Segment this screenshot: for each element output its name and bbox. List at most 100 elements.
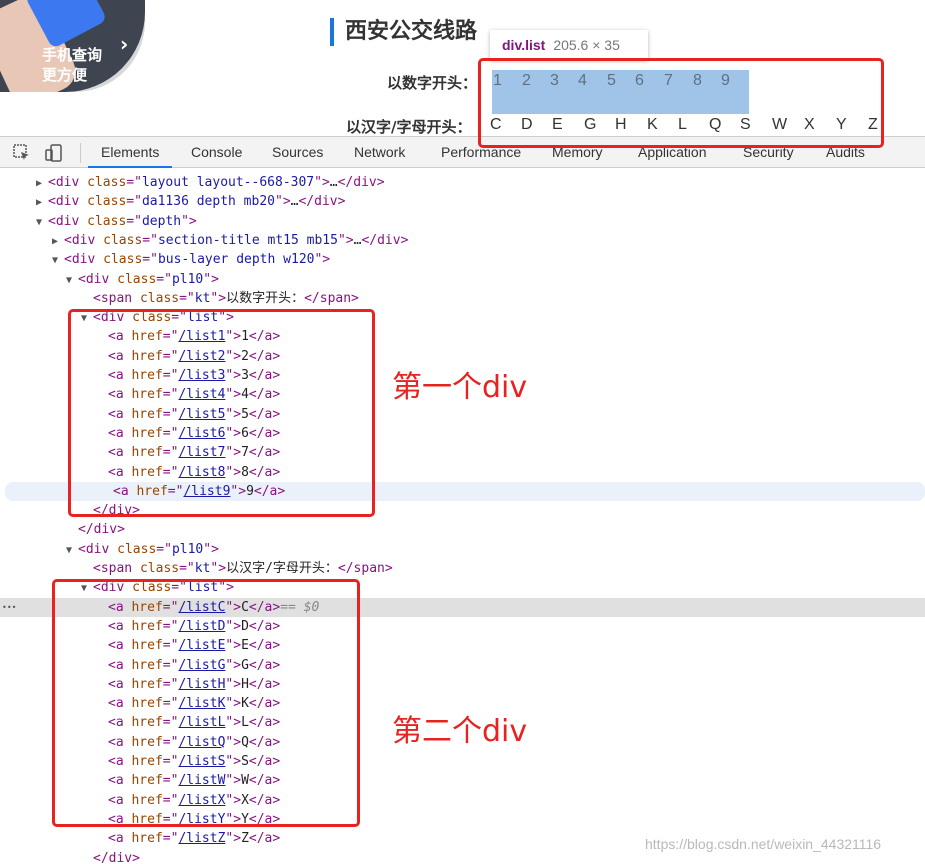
annotation-box-div2	[52, 579, 360, 827]
tag-close: </div>	[78, 522, 125, 538]
inspect-tooltip: div.list 205.6 × 35	[490, 30, 648, 60]
triangle-down-icon[interactable]: ▼	[36, 213, 48, 232]
attr-name: class	[87, 213, 127, 229]
chevron-right-icon: ›	[120, 32, 129, 56]
attr-value: layout layout--668-307	[141, 175, 315, 190]
tag-open: <div	[48, 175, 88, 190]
more-options-icon[interactable]: •••	[2, 598, 16, 617]
tag-eq: ="	[126, 194, 142, 210]
letters-row-label: 以汉字/字母开头：	[346, 118, 472, 136]
tag-close: </div>	[298, 194, 346, 210]
tag-q: ">	[314, 252, 331, 268]
mobile-promo-banner[interactable]: 手机查询 更方便 ›	[0, 0, 145, 92]
tag-open: <div	[64, 252, 104, 268]
tag-close: </div>	[93, 850, 140, 864]
tooltip-tag: div.list	[502, 37, 546, 53]
attr-name: class	[117, 271, 157, 287]
attr-value: bus-layer depth w120	[157, 252, 315, 268]
tree-line[interactable]: <span class="kt">以汉字/字母开头：</span>	[0, 559, 925, 578]
tag-open: <div	[48, 194, 88, 210]
ellipsis: …	[329, 175, 338, 190]
attr-name: class	[139, 561, 180, 576]
tree-line[interactable]: ▼ <div class="pl10">	[0, 540, 925, 559]
device-toolbar-icon[interactable]	[44, 143, 64, 163]
promo-text: 手机查询 更方便	[42, 45, 102, 85]
tree-line[interactable]: ▼ <div class="depth">	[0, 212, 925, 231]
toolbar-divider	[80, 143, 81, 163]
attr-value: kt	[194, 290, 211, 306]
attr-name: class	[139, 290, 180, 306]
tag-eq: ="	[156, 541, 172, 557]
tag-eq: ="	[142, 232, 158, 248]
tag-q: ">	[337, 232, 354, 248]
tab-console[interactable]: Console	[191, 137, 242, 168]
href-link: /listZ	[178, 831, 226, 847]
triangle-right-icon[interactable]: ▶	[52, 232, 64, 251]
annotation-box-page	[478, 58, 884, 148]
attr-name: class	[103, 252, 143, 268]
watermark: https://blog.csdn.net/weixin_44321116	[645, 836, 882, 852]
promo-line1: 手机查询	[42, 46, 103, 64]
tag-close: </span>	[304, 290, 359, 306]
attr-value: pl10	[171, 541, 204, 557]
tag-q: ">	[225, 831, 242, 847]
attr-name: class	[117, 541, 157, 557]
triangle-right-icon[interactable]: ▶	[36, 193, 48, 212]
tag-q: ">	[203, 541, 219, 557]
tag-close: </div>	[337, 175, 385, 190]
tag-open: <span	[93, 290, 140, 306]
attr-name: class	[87, 194, 127, 210]
tag-open: <a	[108, 831, 132, 847]
tree-line[interactable]: ▼ <div class="bus-layer depth w120">	[0, 250, 925, 269]
attr-value: section-title mt15 mb15	[157, 232, 338, 248]
tag-open: <div	[64, 232, 104, 248]
tag-open: <div	[48, 213, 88, 229]
tag-close: </div>	[361, 232, 409, 248]
tag-eq: ="	[142, 252, 158, 268]
tree-line[interactable]: </div>	[0, 520, 925, 539]
numbers-row-label: 以数字开头：	[387, 74, 478, 92]
tooltip-dims: 205.6 × 35	[553, 37, 620, 53]
attr-name: class	[87, 175, 127, 190]
tag-q: ">	[181, 213, 197, 229]
triangle-down-icon[interactable]: ▼	[52, 251, 64, 270]
tag-q: ">	[203, 271, 219, 287]
tab-elements[interactable]: Elements	[88, 137, 173, 168]
triangle-right-icon[interactable]: ▶	[36, 174, 48, 193]
inspect-element-icon[interactable]	[12, 143, 32, 163]
span-text: 以汉字/字母开头：	[226, 561, 338, 576]
tree-line[interactable]: ▶ <div class="da1136 depth mb20">…</div>	[0, 192, 925, 211]
tag-open: <div	[78, 541, 118, 557]
tag-eq: ="	[126, 213, 142, 229]
attr-name: href	[131, 831, 163, 847]
tag-q: ">	[210, 561, 227, 576]
tag-eq: ="	[179, 290, 195, 306]
tag-q: ">	[275, 194, 291, 210]
tag-eq: ="	[179, 561, 195, 576]
promo-line2: 更方便	[42, 66, 88, 84]
tree-line[interactable]: <span class="kt">以数字开头：</span>	[0, 289, 925, 308]
triangle-down-icon[interactable]: ▼	[66, 541, 78, 560]
attr-value: pl10	[171, 271, 204, 287]
annotation-label-div1: 第一个div	[392, 370, 528, 405]
tag-eq: ="	[156, 271, 172, 287]
tab-sources[interactable]: Sources	[272, 137, 323, 168]
triangle-down-icon[interactable]: ▼	[66, 271, 78, 290]
tag-eq: ="	[126, 175, 142, 190]
annotation-box-div1	[68, 309, 375, 517]
tag-eq: ="	[162, 831, 179, 847]
tag-open: <span	[93, 561, 140, 576]
link-text: Z	[241, 831, 249, 847]
span-text: 以数字开头：	[226, 290, 305, 306]
attr-value: da1136 depth mb20	[141, 194, 275, 210]
attr-name: class	[103, 232, 143, 248]
tree-line[interactable]: ▶ <div class="section-title mt15 mb15">…<…	[0, 231, 925, 250]
tree-line[interactable]: ▼ <div class="pl10">	[0, 270, 925, 289]
annotation-label-div2: 第二个div	[392, 714, 528, 749]
attr-value: depth	[141, 213, 182, 229]
tag-q: ">	[314, 175, 330, 190]
tree-line[interactable]: ▶ <div class="layout layout--668-307">…</…	[0, 173, 925, 192]
tab-network[interactable]: Network	[354, 137, 405, 168]
page-title: 西安公交线路	[330, 18, 477, 46]
tag-close: </a>	[248, 831, 281, 847]
